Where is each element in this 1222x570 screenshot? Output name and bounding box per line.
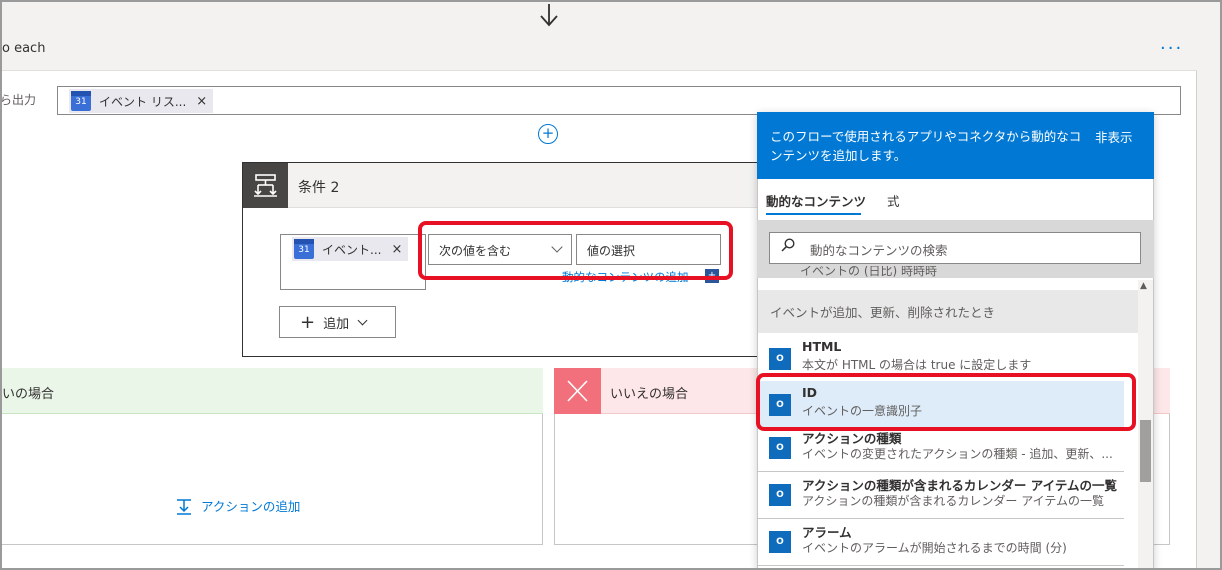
foreach-header[interactable]: [0, 29, 1197, 71]
operator-select[interactable]: 次の値を含む: [428, 234, 572, 265]
no-branch-label: いいえの場合: [610, 387, 689, 402]
condition-icon: [243, 163, 288, 208]
chevron-down-icon: [357, 315, 368, 325]
event-token[interactable]: 31 イベント... ×: [292, 237, 409, 261]
item-title: HTML: [802, 339, 842, 354]
item-desc: アクションの種類が含まれるカレンダー アイテムの一覧: [802, 494, 1105, 508]
dynamic-content-badge-icon[interactable]: +: [705, 269, 719, 283]
tab-active-indicator: [766, 213, 861, 215]
add-dynamic-content-link[interactable]: 動的なコンテンツの追加: [562, 269, 689, 285]
add-action-label: アクションの追加: [201, 499, 301, 514]
plus-icon: +: [300, 311, 316, 333]
close-icon: [554, 368, 601, 414]
condition-left-operand[interactable]: 31 イベント... ×: [280, 234, 426, 290]
list-item[interactable]: O HTML 本文が HTML の場合は true に設定します: [758, 335, 1124, 383]
events-list-token[interactable]: 31 イベント リス... ×: [69, 89, 214, 113]
item-desc: 本文が HTML の場合は true に設定します: [802, 358, 1032, 372]
output-field[interactable]: 31 イベント リス... ×: [57, 86, 1181, 115]
outlook-icon: O: [769, 437, 791, 459]
scroll-up-icon[interactable]: ▲: [1140, 281, 1147, 291]
outlook-icon: O: [769, 484, 791, 506]
more-options-icon[interactable]: ···: [1160, 38, 1183, 59]
calendar-icon: 31: [294, 239, 314, 259]
outlook-icon: O: [769, 531, 791, 553]
add-button[interactable]: + 追加: [279, 306, 396, 338]
add-action-button[interactable]: アクションの追加: [175, 496, 300, 515]
list-item[interactable]: O アラーム イベントのアラームが開始されるまでの時間 (分): [758, 518, 1124, 566]
list-item[interactable]: O アクションの種類 イベントの変更されたアクションの種類 - 追加、更新、..…: [758, 424, 1124, 472]
operator-value: 次の値を含む: [439, 244, 512, 258]
condition-title: 条件 2: [298, 180, 340, 196]
list-item-selected[interactable]: O ID イベントの一意識別子: [758, 381, 1124, 429]
tab-dynamic-content[interactable]: 動的なコンテンツ: [766, 191, 866, 210]
yes-branch-label: いの場合: [2, 387, 55, 402]
clipped-item-description: イベントの (日比) 時時時: [800, 266, 937, 278]
tab-expression[interactable]: 式: [887, 191, 900, 210]
output-label: ら出力: [0, 93, 37, 107]
calendar-icon: 31: [71, 91, 91, 111]
list-item[interactable]: O アクションの種類が含まれるカレンダー アイテムの一覧 アクションの種類が含ま…: [758, 471, 1124, 519]
item-title: ID: [802, 385, 818, 400]
yes-branch-header: [0, 368, 543, 414]
section-header: イベントが追加、更新、削除されたとき: [758, 290, 1138, 333]
outlook-icon: O: [769, 348, 791, 370]
add-step-plus-icon[interactable]: +: [538, 124, 558, 144]
arrow-down-icon: [540, 4, 558, 27]
item-desc: イベントの変更されたアクションの種類 - 追加、更新、...: [802, 447, 1113, 461]
token-label: イベント リス...: [99, 94, 187, 109]
outlook-icon: O: [769, 394, 791, 416]
item-desc: イベントの一意識別子: [802, 404, 923, 418]
scrollbar-thumb[interactable]: [1140, 420, 1151, 482]
hide-button[interactable]: 非表示: [1095, 127, 1133, 146]
foreach-title: o each: [2, 41, 46, 56]
search-icon: [781, 238, 795, 252]
add-action-icon: [177, 498, 191, 515]
item-desc: イベントのアラームが開始されるまでの時間 (分): [802, 541, 1067, 555]
value-input[interactable]: 値の選択: [576, 234, 721, 265]
token-label: イベント...: [322, 242, 382, 257]
search-input[interactable]: 動的なコンテンツの検索: [769, 232, 1141, 264]
chevron-down-icon: [551, 241, 563, 253]
close-icon[interactable]: ×: [196, 94, 207, 109]
panel-description: このフローで使用されるアプリやコネクタから動的なコンテンツを追加します。: [770, 129, 1082, 163]
close-icon[interactable]: ×: [391, 242, 402, 257]
add-label: 追加: [323, 316, 350, 332]
